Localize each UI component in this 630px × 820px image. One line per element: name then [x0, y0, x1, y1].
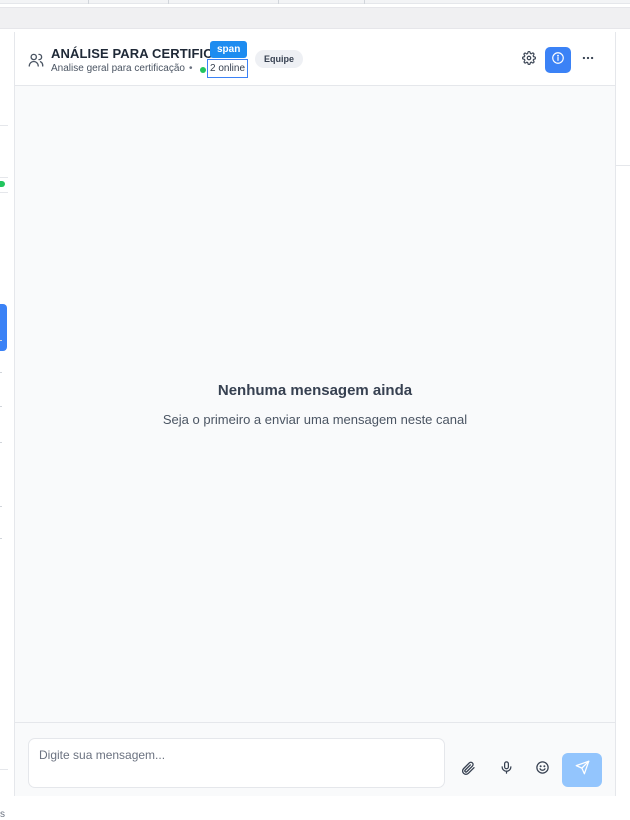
smile-icon: [535, 760, 550, 780]
toolbar-strip: [0, 7, 630, 29]
empty-state-title: Nenhuma mensagem ainda: [217, 382, 413, 399]
settings-button[interactable]: [516, 47, 542, 73]
more-horizontal-icon: [581, 51, 595, 70]
right-panel-edge: [615, 32, 630, 796]
info-icon: [551, 51, 565, 70]
gear-icon: [522, 50, 536, 70]
top-tab-strip: [0, 0, 630, 4]
sidebar-speck: [0, 538, 2, 539]
paperclip-icon: [460, 760, 476, 781]
message-input[interactable]: [28, 738, 445, 788]
tab-divider: [278, 0, 279, 4]
sidebar-divider: [0, 177, 8, 178]
sidebar-divider: [0, 125, 8, 126]
attach-button[interactable]: [457, 759, 479, 781]
more-options-button[interactable]: [575, 47, 601, 73]
sidebar-speck: [0, 506, 2, 507]
empty-state-subtitle: Seja o primeiro a enviar uma mensagem ne…: [162, 412, 468, 427]
inspector-tag: span: [210, 41, 248, 58]
send-button[interactable]: [562, 753, 602, 787]
voice-message-button[interactable]: [495, 759, 517, 781]
sidebar-speck: [0, 406, 2, 407]
tab-divider: [364, 0, 365, 4]
sidebar-text-fragment: s: [0, 809, 5, 820]
header-separator: •: [189, 63, 193, 74]
sidebar-item-active[interactable]: [0, 304, 7, 351]
right-panel-divider: [616, 165, 630, 166]
tab-divider: [168, 0, 169, 4]
online-status-dot: [200, 67, 206, 73]
left-sidebar: s: [0, 32, 15, 820]
info-button[interactable]: [545, 47, 571, 73]
chat-panel: ANÁLISE PARA CERTIFICAÇÃO Analise geral …: [15, 32, 615, 796]
sidebar-divider: [0, 769, 8, 770]
microphone-icon: [499, 760, 514, 780]
sidebar-speck: [0, 442, 2, 443]
online-count: 2 online: [207, 59, 249, 78]
sidebar-speck: [0, 340, 2, 341]
users-icon: [27, 51, 45, 69]
chat-header: ANÁLISE PARA CERTIFICAÇÃO Analise geral …: [15, 32, 615, 86]
sidebar-speck: [0, 372, 2, 373]
channel-title: ANÁLISE PARA CERTIFICAÇÃO: [51, 46, 221, 61]
sidebar-divider: [0, 192, 8, 193]
tab-divider: [88, 0, 89, 4]
emoji-button[interactable]: [531, 759, 553, 781]
team-badge: Equipe: [255, 50, 304, 68]
channel-description: Analise geral para certificação: [51, 63, 185, 74]
sidebar-online-indicator: [0, 181, 5, 187]
message-composer: [15, 722, 615, 796]
send-icon: [575, 760, 590, 780]
